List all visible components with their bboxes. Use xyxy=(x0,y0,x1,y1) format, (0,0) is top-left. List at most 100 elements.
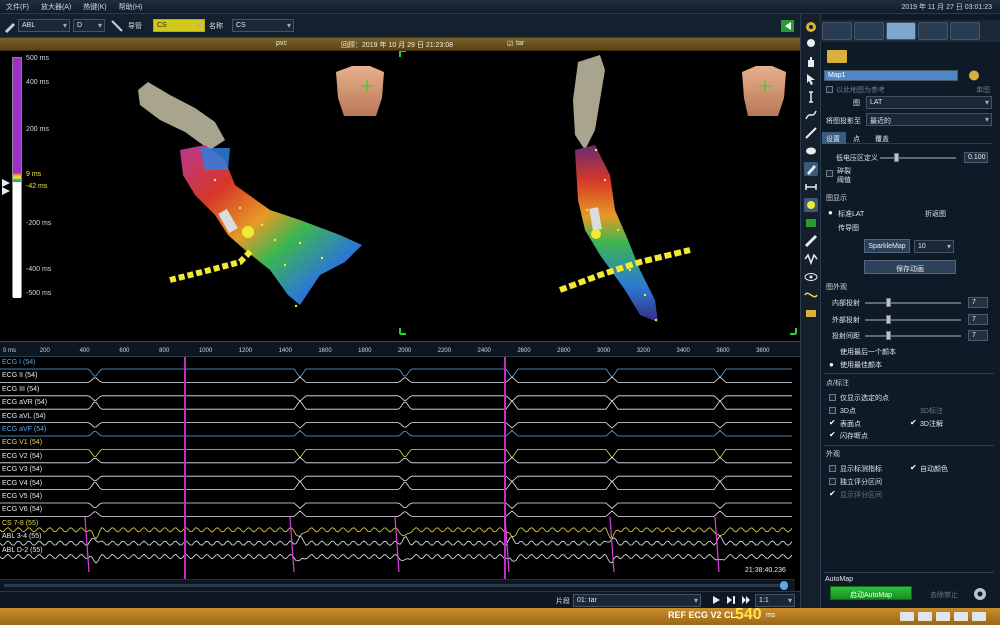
menu-hotkeys[interactable]: 热键(K) xyxy=(83,2,106,12)
projection-select[interactable]: 最近的 xyxy=(866,113,992,126)
ref-checkbox[interactable] xyxy=(826,86,833,93)
tab-points[interactable]: 点 xyxy=(849,132,869,144)
menu-file[interactable]: 文件(F) xyxy=(6,2,29,12)
collapse-arrow-icon[interactable] xyxy=(780,19,794,33)
text-cursor-icon[interactable] xyxy=(804,90,818,104)
ecg-lead-label[interactable]: ECG aVR (54) xyxy=(2,399,47,406)
proj-gap-knob[interactable] xyxy=(886,331,891,340)
menu-help[interactable]: 帮助(H) xyxy=(119,2,143,12)
ecg-lead-label[interactable]: ECG I (54) xyxy=(2,359,35,366)
radio-standard-lat[interactable]: 标准LAT xyxy=(838,209,864,219)
signal-icon[interactable] xyxy=(804,288,818,302)
sparklemap-button[interactable]: SparkleMap xyxy=(864,239,910,253)
outer-proj-slider[interactable] xyxy=(865,319,961,321)
fast-forward-icon[interactable] xyxy=(741,595,751,605)
check-icon[interactable]: ✔ xyxy=(829,430,836,439)
panel-tab-files[interactable] xyxy=(950,22,980,40)
tab-overlay[interactable]: 覆盖 xyxy=(871,132,895,144)
ecg-lead-label[interactable]: ECG V5 (54) xyxy=(2,493,42,500)
radio-dot[interactable]: ● xyxy=(829,360,834,369)
eye-icon[interactable] xyxy=(804,270,818,284)
low-voltage-slider[interactable] xyxy=(880,157,956,159)
scale-handle-icon[interactable] xyxy=(2,179,12,195)
ecg-lead-label[interactable]: ABL D-2 (55) xyxy=(2,547,43,554)
ecg-lead-label[interactable]: ECG aVF (54) xyxy=(2,426,46,433)
tab-settings[interactable]: 设置 xyxy=(822,132,846,144)
menu-amplifier[interactable]: 放大器(A) xyxy=(41,2,71,12)
panel-tab-sphere[interactable] xyxy=(854,22,884,40)
ecg-scrollbar[interactable] xyxy=(0,579,795,591)
inner-proj-slider[interactable] xyxy=(865,302,961,304)
map-type-select[interactable]: LAT xyxy=(866,96,992,109)
play-icon[interactable] xyxy=(711,595,721,605)
3d-map-view[interactable]: 500 ms 400 ms 200 ms 9 ms -42 ms -200 ms… xyxy=(0,51,800,341)
radio-propagation[interactable]: 传导图 xyxy=(838,223,859,233)
panel-tab-maps[interactable] xyxy=(822,22,852,40)
check-icon[interactable]: ✔ xyxy=(829,418,836,427)
gear-icon[interactable] xyxy=(804,20,818,34)
ecg-lead-label[interactable]: CS 7-8 (55) xyxy=(2,520,38,527)
sparkle-value-select[interactable]: 10 xyxy=(914,240,954,253)
name-select[interactable]: CS xyxy=(232,19,294,32)
outer-proj-knob[interactable] xyxy=(886,315,891,324)
radio-use-last[interactable]: 使用最后一个颜本 xyxy=(840,347,896,357)
measure-icon[interactable] xyxy=(804,180,818,194)
scroll-thumb[interactable] xyxy=(780,581,788,590)
panel-tab-mapping[interactable] xyxy=(886,22,916,40)
proj-gap-slider[interactable] xyxy=(865,335,961,337)
ecg-lead-label[interactable]: ECG V1 (54) xyxy=(2,439,42,446)
channel-select[interactable]: D xyxy=(73,19,105,32)
line-icon[interactable] xyxy=(804,126,818,140)
ecg-lead-label[interactable]: ECG V6 (54) xyxy=(2,506,42,513)
ecg-lead-label[interactable]: ECG aVL (54) xyxy=(2,413,46,420)
inner-proj-field[interactable]: 7 xyxy=(968,297,988,308)
ellipse-icon[interactable] xyxy=(804,144,818,158)
radio-use-best[interactable]: 使用最佳颜本 xyxy=(840,360,882,370)
layers-icon[interactable] xyxy=(804,216,818,230)
ecg-panel[interactable]: ECG I (54) ECG II (54) ECG III (54) ECG aVR… xyxy=(0,357,795,579)
map-gear-icon[interactable] xyxy=(967,69,981,82)
folder-icon[interactable] xyxy=(804,306,818,320)
show-marks-checkbox[interactable] xyxy=(829,465,836,472)
ecg-lead-label[interactable]: ABL 3-4 (55) xyxy=(2,533,41,540)
ecg-lead-label[interactable]: ECG II (54) xyxy=(2,372,37,379)
probe-icon[interactable] xyxy=(804,234,818,248)
radio-reentry[interactable]: 折返图 xyxy=(925,209,946,219)
ecg-traces[interactable] xyxy=(0,357,795,579)
catheter-icon[interactable] xyxy=(110,19,124,33)
inner-proj-knob[interactable] xyxy=(886,298,891,307)
check-icon[interactable]: ✔ xyxy=(910,463,917,472)
segment-select[interactable]: 01: tar xyxy=(573,594,701,607)
pts-3d-checkbox[interactable] xyxy=(829,407,836,414)
radio-dot[interactable]: ● xyxy=(828,208,833,217)
only-selected-checkbox[interactable] xyxy=(829,394,836,401)
map-name-field[interactable]: Map1 xyxy=(824,70,958,81)
ecg-time-ruler[interactable]: 0 ms 200 400 600 800 1000 1200 1400 1600 1800 200… xyxy=(0,341,800,357)
proj-gap-field[interactable]: 7 xyxy=(968,330,988,341)
start-automap-button[interactable]: 启动AutoMap xyxy=(830,586,912,600)
wave-icon[interactable] xyxy=(804,252,818,266)
circle-icon[interactable] xyxy=(804,36,818,50)
settings-gear-icon[interactable] xyxy=(972,586,988,602)
ecg-lead-label[interactable]: ECG V4 (54) xyxy=(2,480,42,487)
check-icon[interactable]: ✔ xyxy=(910,418,917,427)
check-icon[interactable]: ✔ xyxy=(829,489,836,498)
catheter-select[interactable]: CS xyxy=(153,19,205,32)
ecg-lead-label[interactable]: ECG V3 (54) xyxy=(2,466,42,473)
curve-icon[interactable] xyxy=(804,108,818,122)
low-voltage-knob[interactable] xyxy=(894,153,899,162)
pen-icon[interactable] xyxy=(3,19,17,33)
pencil-icon[interactable] xyxy=(804,162,818,176)
3d-map-canvas[interactable] xyxy=(0,51,800,341)
low-voltage-field[interactable]: 0.100 xyxy=(964,152,988,163)
fragment-checkbox[interactable] xyxy=(826,170,833,177)
save-animation-button[interactable]: 保存动画 xyxy=(864,260,956,274)
marker-icon[interactable] xyxy=(804,198,818,212)
step-forward-icon[interactable] xyxy=(726,595,736,605)
map-select[interactable]: ABL xyxy=(18,19,70,32)
map-folder-icon[interactable] xyxy=(826,48,848,64)
outer-proj-field[interactable]: 7 xyxy=(968,314,988,325)
panel-tab-monitor[interactable] xyxy=(918,22,948,40)
hand-icon[interactable] xyxy=(804,54,818,68)
ecg-lead-label[interactable]: ECG V2 (54) xyxy=(2,453,42,460)
